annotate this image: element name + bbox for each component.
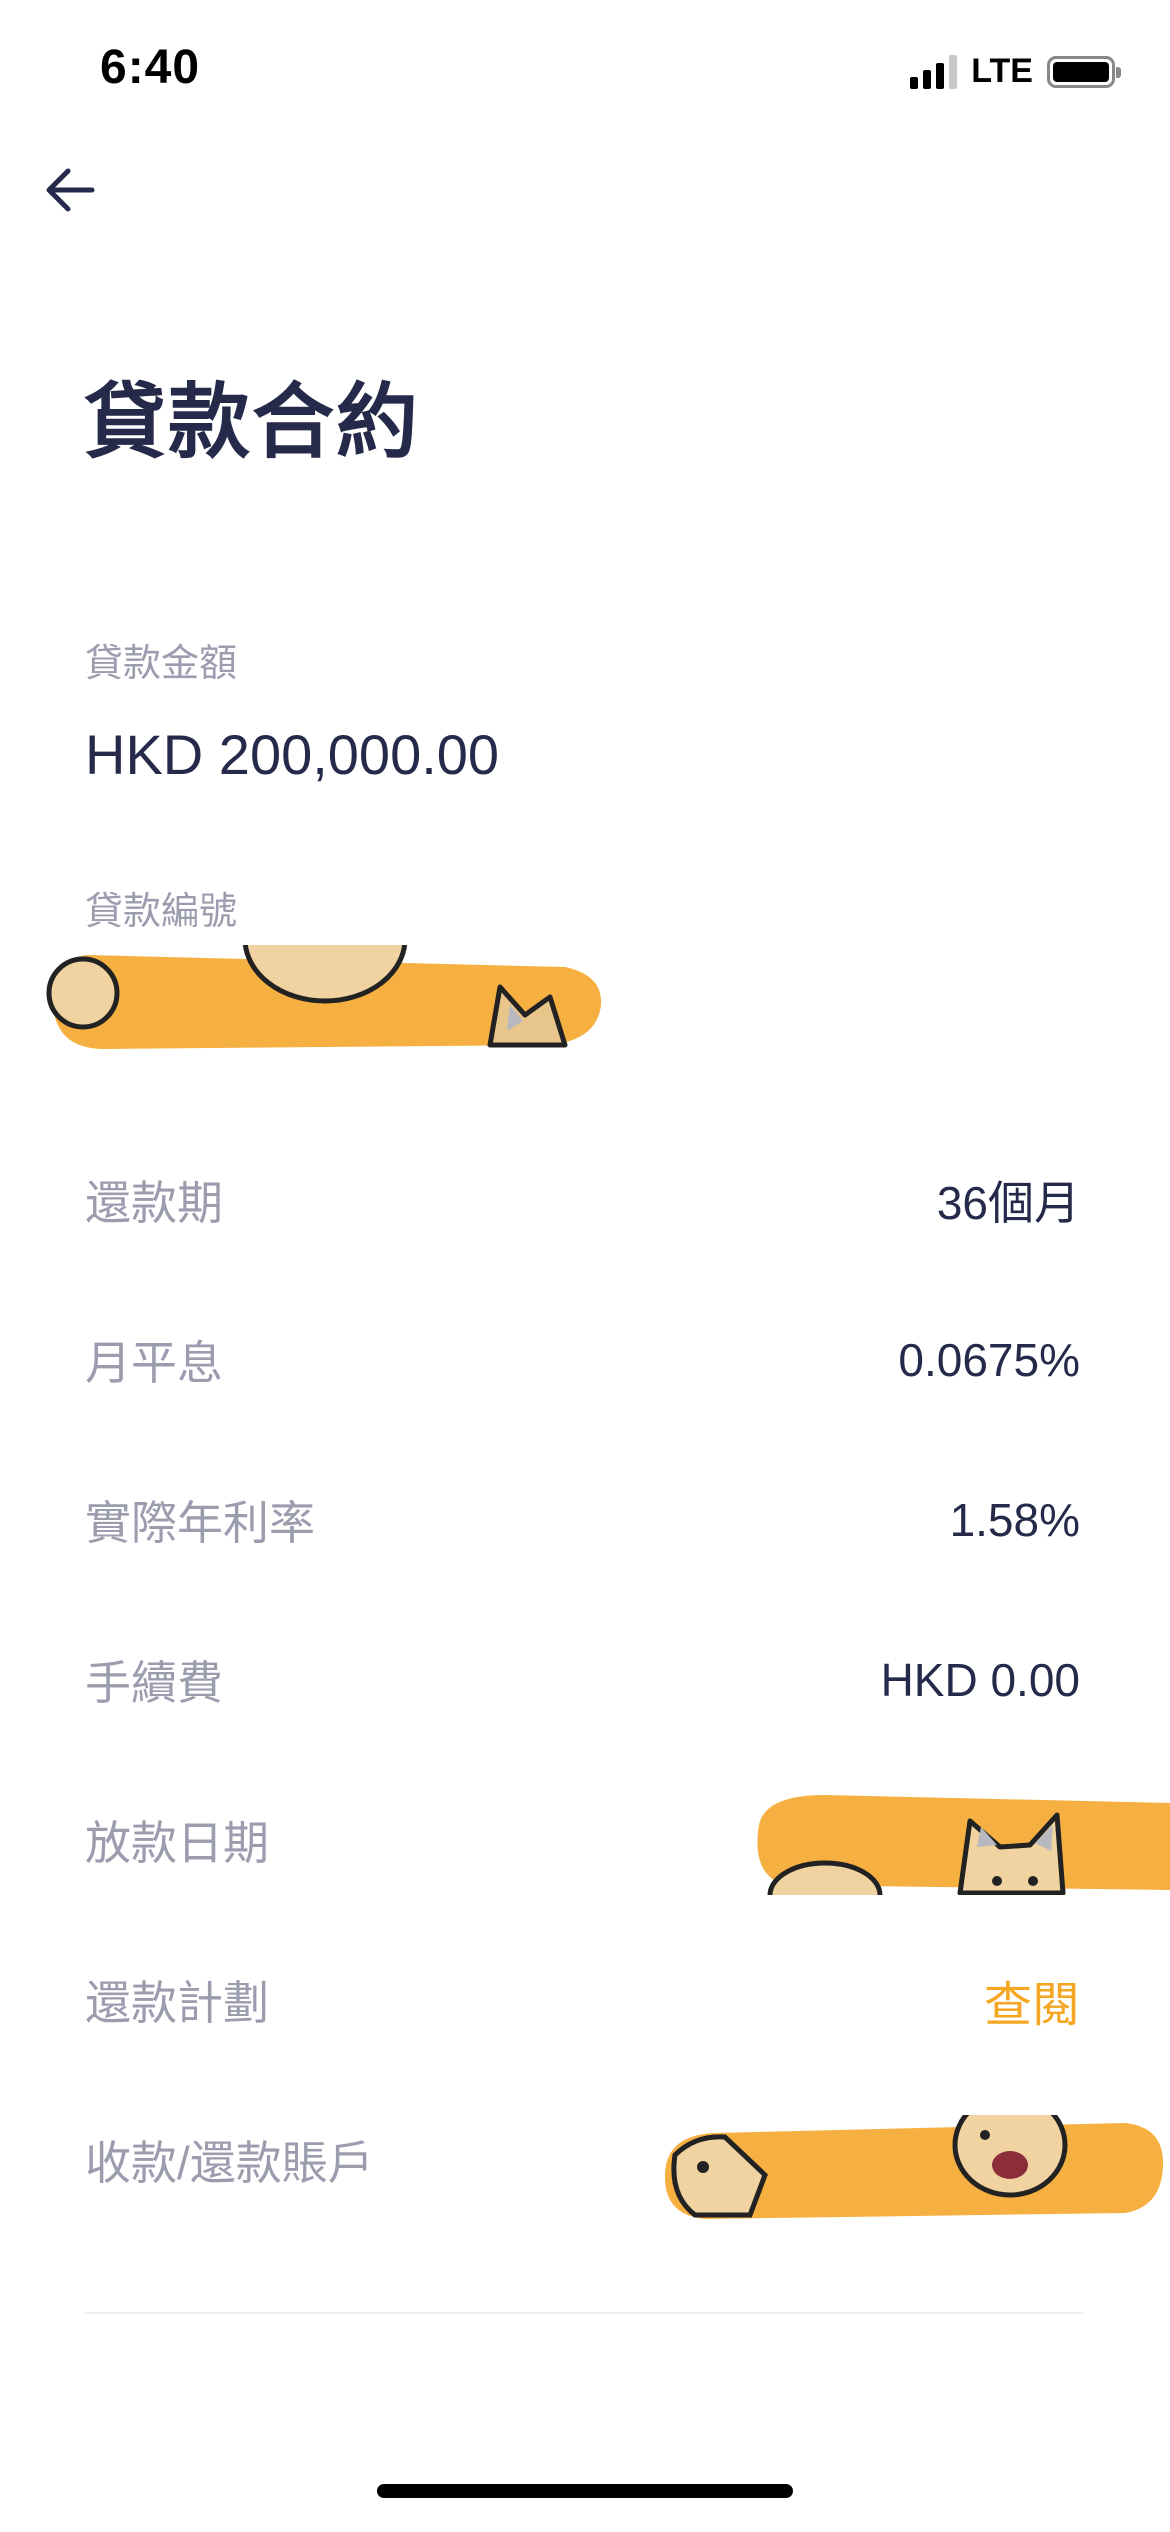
view-repayment-schedule-link[interactable]: 查閱 (984, 1965, 1080, 2035)
account-label: 收款/還款賬戶 (85, 2137, 374, 2189)
account-redaction (655, 2115, 1170, 2230)
apr-value: 1.58% (949, 1494, 1080, 1546)
back-button[interactable] (30, 150, 110, 230)
cellular-signal-icon (910, 54, 958, 89)
status-icons: LTE (910, 52, 1121, 91)
handling-fee-label: 手續費 (85, 1657, 223, 1709)
repayment-period-row: 還款期 36個月 (85, 1160, 1080, 1240)
monthly-flat-rate-value: 0.0675% (898, 1334, 1080, 1386)
home-indicator[interactable] (377, 2484, 793, 2498)
handling-fee-row: 手續費 HKD 0.00 (85, 1640, 1080, 1720)
apr-label: 實際年利率 (85, 1497, 315, 1549)
repayment-period-label: 還款期 (85, 1177, 223, 1229)
drawdown-date-label: 放款日期 (85, 1817, 269, 1869)
loan-amount-label: 貸款金額 (85, 643, 238, 685)
status-time: 6:40 (100, 41, 201, 94)
monthly-flat-rate-label: 月平息 (85, 1337, 223, 1389)
drawdown-date-redaction (745, 1785, 1170, 1895)
loan-number-redaction (45, 945, 605, 1057)
page-title: 貸款合約 (84, 377, 421, 468)
status-bar: 6:40 LTE (0, 0, 1170, 150)
network-type-label: LTE (971, 52, 1033, 90)
loan-number-label: 貸款編號 (85, 891, 238, 933)
loan-amount-value: HKD 200,000.00 (85, 723, 500, 786)
section-divider (85, 2312, 1083, 2314)
handling-fee-value: HKD 0.00 (880, 1654, 1080, 1706)
monthly-flat-rate-row: 月平息 0.0675% (85, 1320, 1080, 1400)
apr-row: 實際年利率 1.58% (85, 1480, 1080, 1560)
repayment-schedule-row: 還款計劃 查閱 (85, 1960, 1080, 2040)
repayment-schedule-label: 還款計劃 (85, 1977, 269, 2029)
battery-icon (1047, 55, 1121, 88)
arrow-left-icon (46, 168, 95, 212)
repayment-period-value: 36個月 (936, 1177, 1080, 1229)
